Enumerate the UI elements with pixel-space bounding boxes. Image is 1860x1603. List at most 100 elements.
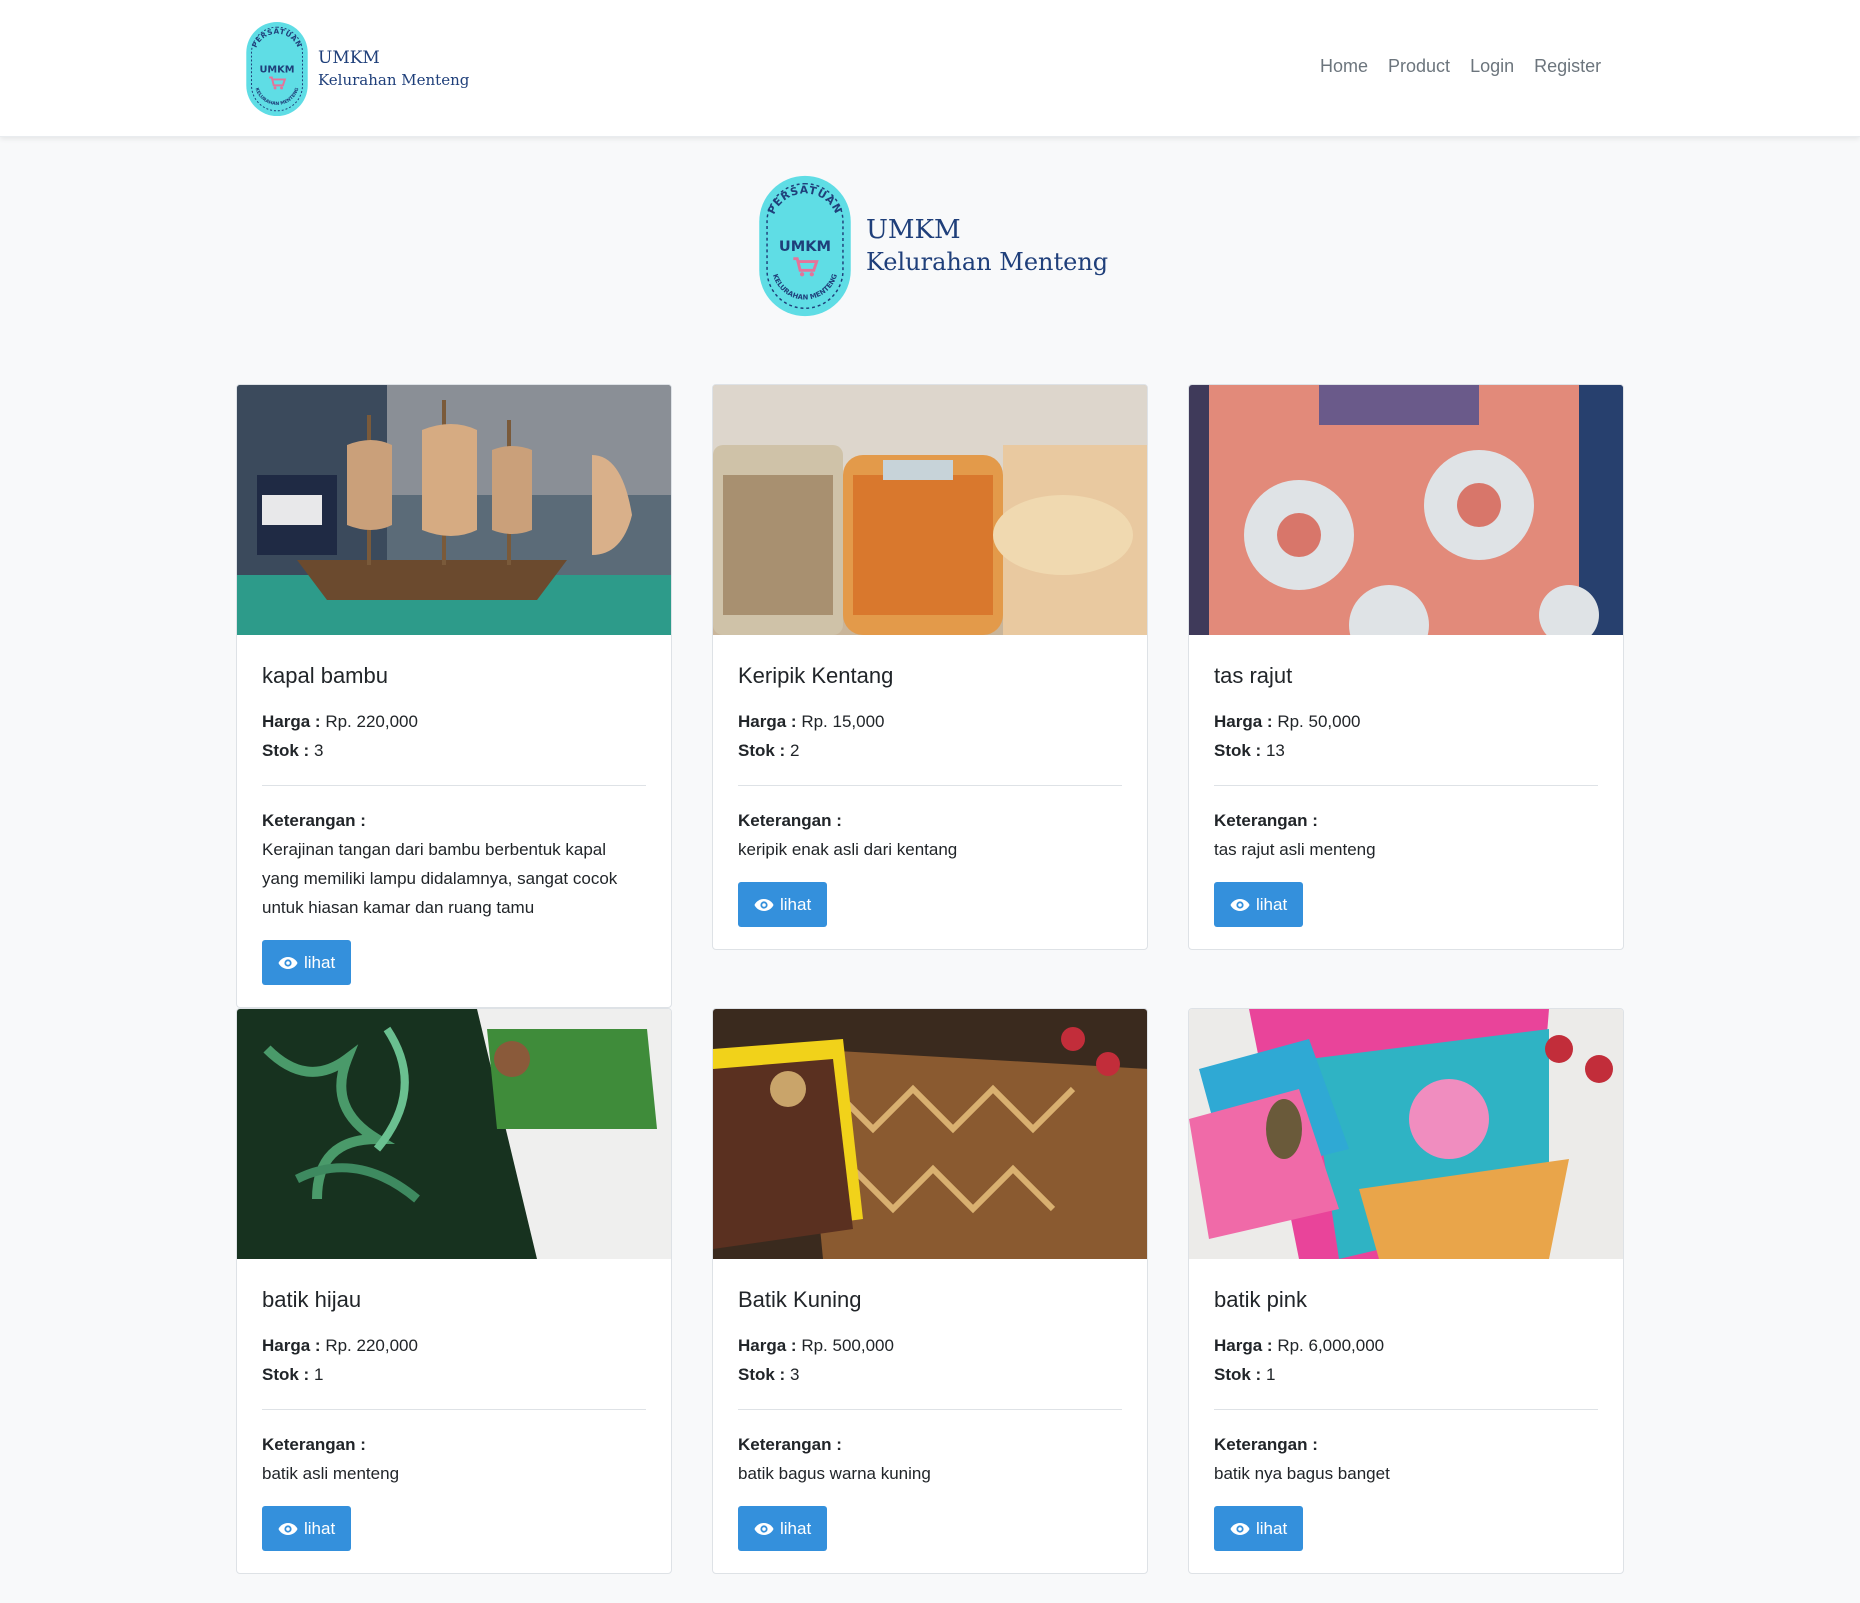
- product-price: Rp. 6,000,000: [1277, 1336, 1385, 1355]
- green-batik-photo: [237, 1009, 671, 1259]
- product-image: [713, 1009, 1147, 1259]
- view-product-button[interactable]: lihat: [738, 1506, 828, 1551]
- product-description: batik asli menteng: [262, 1464, 400, 1483]
- stock-label: Stok :: [1214, 741, 1262, 760]
- divider: [738, 1409, 1122, 1410]
- stock-label: Stok :: [262, 741, 310, 760]
- bamboo-ship-photo: [237, 385, 671, 635]
- view-product-button[interactable]: lihat: [1214, 1506, 1304, 1551]
- price-label: Harga :: [1214, 1336, 1273, 1355]
- product-title: Keripik Kentang: [738, 663, 894, 688]
- product-stock: 13: [1265, 741, 1285, 760]
- product-price: Rp. 50,000: [1277, 712, 1361, 731]
- pink-batik-photo: [1189, 1009, 1623, 1259]
- product-description: tas rajut asli menteng: [1214, 840, 1376, 859]
- description-label: Keterangan :: [738, 811, 842, 830]
- product-stock: 1: [1265, 1365, 1276, 1384]
- product-description: keripik enak asli dari kentang: [738, 840, 958, 859]
- yellow-batik-photo: [713, 1009, 1147, 1259]
- crochet-bag-photo: [1189, 385, 1623, 635]
- price-label: Harga :: [1214, 712, 1273, 731]
- navbar-brand[interactable]: PERSATUAN UMKM KELURAHAN MENTENG UMKM Ke…: [244, 20, 469, 118]
- product-card: batik pink Harga : Rp. 6,000,000 Stok : …: [1188, 1008, 1624, 1574]
- price-label: Harga :: [262, 712, 321, 731]
- product-card: tas rajut Harga : Rp. 50,000 Stok : 13 K…: [1188, 384, 1624, 950]
- view-button-label: lihat: [1256, 1518, 1288, 1538]
- stock-label: Stok :: [738, 741, 786, 760]
- product-image: [237, 1009, 671, 1259]
- divider: [1214, 785, 1598, 786]
- eye-icon: [754, 898, 774, 912]
- description-label: Keterangan :: [262, 811, 366, 830]
- view-button-label: lihat: [304, 952, 336, 972]
- umkm-hero-logo-icon: PERSATUAN UMKM KELURAHAN MENTENG: [756, 173, 854, 319]
- product-image: [1189, 385, 1623, 635]
- view-button-label: lihat: [780, 1518, 812, 1538]
- product-stock: 2: [789, 741, 800, 760]
- product-price: Rp. 220,000: [325, 1336, 418, 1355]
- price-label: Harga :: [738, 1336, 797, 1355]
- description-label: Keterangan :: [262, 1435, 366, 1454]
- svg-text:UMKM: UMKM: [260, 64, 295, 75]
- stock-label: Stok :: [1214, 1365, 1262, 1384]
- product-price: Rp. 500,000: [801, 1336, 894, 1355]
- divider: [262, 1409, 646, 1410]
- product-title: Batik Kuning: [738, 1287, 862, 1312]
- eye-icon: [1230, 1522, 1250, 1536]
- hero-brand-line-1: UMKM: [866, 214, 961, 245]
- view-product-button[interactable]: lihat: [738, 882, 828, 927]
- description-label: Keterangan :: [1214, 1435, 1318, 1454]
- price-label: Harga :: [262, 1336, 321, 1355]
- divider: [738, 785, 1122, 786]
- umkm-logo-icon: PERSATUAN UMKM KELURAHAN MENTENG: [244, 20, 310, 118]
- potato-chips-photo: [713, 385, 1147, 635]
- product-card: Batik Kuning Harga : Rp. 500,000 Stok : …: [712, 1008, 1148, 1574]
- product-description: Kerajinan tangan dari bambu berbentuk ka…: [262, 840, 618, 917]
- product-title: kapal bambu: [262, 663, 388, 688]
- nav-login-link[interactable]: Login: [1470, 56, 1514, 77]
- nav-register-link[interactable]: Register: [1534, 56, 1601, 77]
- stock-label: Stok :: [262, 1365, 310, 1384]
- product-price: Rp. 220,000: [325, 712, 418, 731]
- product-stock: 1: [313, 1365, 324, 1384]
- product-description: batik nya bagus banget: [1214, 1464, 1390, 1483]
- eye-icon: [754, 1522, 774, 1536]
- description-label: Keterangan :: [738, 1435, 842, 1454]
- hero-brand-line-2: Kelurahan Menteng: [866, 248, 1109, 277]
- product-image: [713, 385, 1147, 635]
- eye-icon: [1230, 898, 1250, 912]
- eye-icon: [278, 956, 298, 970]
- nav-menu: Home Product Login Register: [1320, 56, 1601, 77]
- product-image: [237, 385, 671, 635]
- view-product-button[interactable]: lihat: [262, 1506, 352, 1551]
- product-stock: 3: [789, 1365, 800, 1384]
- stock-label: Stok :: [738, 1365, 786, 1384]
- hero-brand: PERSATUAN UMKM KELURAHAN MENTENG UMKM Ke…: [756, 173, 1108, 319]
- description-label: Keterangan :: [1214, 811, 1318, 830]
- product-card: Keripik Kentang Harga : Rp. 15,000 Stok …: [712, 384, 1148, 950]
- product-price: Rp. 15,000: [801, 712, 885, 731]
- product-image: [1189, 1009, 1623, 1259]
- product-stock: 3: [313, 741, 324, 760]
- brand-line-2: Kelurahan Menteng: [318, 71, 470, 90]
- product-card: batik hijau Harga : Rp. 220,000 Stok : 1…: [236, 1008, 672, 1574]
- nav-product-link[interactable]: Product: [1388, 56, 1450, 77]
- product-title: tas rajut: [1214, 663, 1293, 688]
- navbar: PERSATUAN UMKM KELURAHAN MENTENG UMKM Ke…: [0, 0, 1860, 137]
- svg-text:UMKM: UMKM: [779, 238, 831, 255]
- eye-icon: [278, 1522, 298, 1536]
- brand-line-1: UMKM: [318, 48, 380, 69]
- view-product-button[interactable]: lihat: [1214, 882, 1304, 927]
- product-title: batik pink: [1214, 1287, 1307, 1312]
- divider: [262, 785, 646, 786]
- product-card: kapal bambu Harga : Rp. 220,000 Stok : 3…: [236, 384, 672, 1008]
- product-description: batik bagus warna kuning: [738, 1464, 931, 1483]
- product-title: batik hijau: [262, 1287, 362, 1312]
- price-label: Harga :: [738, 712, 797, 731]
- view-button-label: lihat: [304, 1518, 336, 1538]
- nav-home-link[interactable]: Home: [1320, 56, 1368, 77]
- view-product-button[interactable]: lihat: [262, 940, 352, 985]
- view-button-label: lihat: [1256, 894, 1288, 914]
- view-button-label: lihat: [780, 894, 812, 914]
- divider: [1214, 1409, 1598, 1410]
